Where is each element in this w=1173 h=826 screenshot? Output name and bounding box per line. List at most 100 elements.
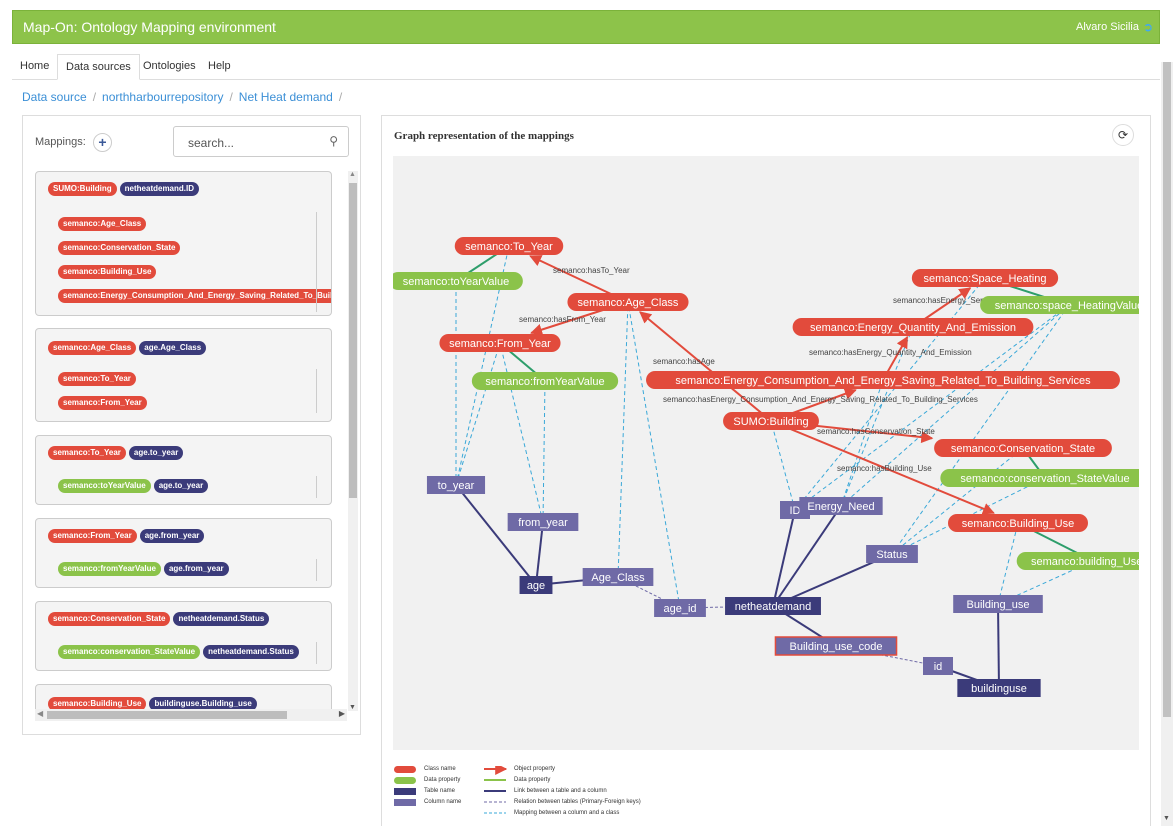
column-node[interactable]: from_year: [507, 513, 579, 531]
page-vertical-scrollbar[interactable]: ▼: [1161, 62, 1173, 826]
class-pill[interactable]: semanco:From_Year: [58, 396, 147, 410]
class-node[interactable]: semanco:Energy_Consumption_And_Energy_Sa…: [646, 371, 1120, 389]
node-label[interactable]: semanco:space_HeatingValue: [995, 300, 1139, 312]
node-label[interactable]: semanco:From_Year: [449, 338, 551, 350]
scroll-left-arrow-icon[interactable]: ◀: [37, 709, 43, 718]
breadcrumb-item[interactable]: Data source: [22, 90, 87, 104]
node-label[interactable]: Building_use_code: [790, 641, 883, 653]
node-label[interactable]: netheatdemand: [735, 601, 811, 613]
node-label[interactable]: SUMO:Building: [733, 416, 808, 428]
column-pill[interactable]: age.from_year: [163, 562, 229, 576]
scroll-thumb[interactable]: [349, 183, 357, 498]
table-pill[interactable]: age.from_year: [139, 529, 205, 543]
tab-home[interactable]: Home: [12, 54, 57, 80]
breadcrumb-item[interactable]: Net Heat demand: [239, 90, 333, 104]
column-node[interactable]: id: [923, 657, 953, 675]
node-label[interactable]: Status: [876, 549, 908, 561]
data-property-node[interactable]: semanco:fromYearValue: [471, 372, 619, 390]
node-label[interactable]: age: [527, 580, 545, 592]
node-label[interactable]: semanco:fromYearValue: [485, 376, 604, 388]
add-mapping-button[interactable]: +: [93, 133, 112, 152]
table-pill[interactable]: netheatdemand.ID: [119, 182, 199, 196]
column-node[interactable]: age_id: [654, 599, 706, 617]
node-label[interactable]: semanco:conservation_StateValue: [960, 473, 1129, 485]
class-node[interactable]: SUMO:Building: [723, 412, 819, 430]
class-pill[interactable]: semanco:From_Year: [48, 529, 137, 543]
class-pill[interactable]: semanco:Energy_Consumption_And_Energy_Sa…: [58, 289, 331, 303]
tab-ontologies[interactable]: Ontologies: [135, 54, 204, 80]
node-label[interactable]: semanco:To_Year: [465, 241, 553, 253]
node-label[interactable]: from_year: [518, 517, 568, 529]
mapping-card[interactable]: semanco:To_Year age.to_year semanco:toYea…: [35, 435, 332, 505]
user-name[interactable]: Alvaro Sicilia: [1076, 21, 1139, 33]
data-property-node[interactable]: semanco:space_HeatingValue: [980, 296, 1139, 314]
scroll-up-arrow-icon[interactable]: ▲: [349, 171, 356, 178]
column-node[interactable]: Building_use: [953, 595, 1043, 613]
data-property-pill[interactable]: semanco:conservation_StateValue: [58, 645, 201, 659]
table-pill[interactable]: age.Age_Class: [139, 341, 207, 355]
class-pill[interactable]: semanco:Age_Class: [48, 341, 137, 355]
mapping-card[interactable]: semanco:From_Year age.from_year semanco:f…: [35, 518, 332, 588]
node-label[interactable]: semanco:Building_Use: [962, 518, 1075, 530]
search-input[interactable]: [186, 135, 316, 151]
class-pill[interactable]: semanco:Conservation_State: [48, 612, 171, 626]
node-label[interactable]: ID: [790, 505, 801, 517]
table-pill[interactable]: netheatdemand.Status: [173, 612, 270, 626]
node-label[interactable]: Building_use: [967, 599, 1030, 611]
data-property-pill[interactable]: semanco:fromYearValue: [58, 562, 161, 576]
class-node[interactable]: semanco:Building_Use: [948, 514, 1088, 532]
node-label[interactable]: Energy_Need: [807, 501, 874, 513]
node-label[interactable]: semanco:building_UseVa: [1031, 556, 1139, 568]
data-property-node[interactable]: semanco:conservation_StateValue: [940, 469, 1139, 487]
scroll-down-arrow-icon[interactable]: ▼: [349, 704, 356, 711]
search-icon[interactable]: ⚲: [329, 134, 338, 148]
column-pill[interactable]: age.to_year: [153, 479, 209, 493]
mapping-card[interactable]: semanco:Building_Use buildinguse.Building…: [35, 684, 332, 711]
node-label[interactable]: Age_Class: [591, 572, 645, 584]
node-label[interactable]: buildinguse: [971, 683, 1027, 695]
class-pill[interactable]: semanco:Building_Use: [58, 265, 157, 279]
data-property-pill[interactable]: semanco:toYearValue: [58, 479, 151, 493]
refresh-icon[interactable]: ⟳: [1112, 124, 1134, 146]
logout-icon[interactable]: ➲: [1143, 20, 1153, 34]
column-node[interactable]: Building_use_code: [774, 636, 898, 656]
breadcrumb-item[interactable]: northharbourrepository: [102, 90, 223, 104]
mapping-list-horizontal-scrollbar[interactable]: ◀ ▶: [35, 709, 347, 721]
graph-canvas[interactable]: semanco:hasTo_Year semanco:hasFrom_Year se…: [393, 156, 1139, 750]
column-node[interactable]: Age_Class: [582, 568, 654, 586]
node-label[interactable]: to_year: [438, 480, 475, 492]
column-node[interactable]: to_year: [426, 476, 486, 494]
class-node[interactable]: semanco:Energy_Quantity_And_Emission: [792, 318, 1034, 336]
class-node[interactable]: semanco:Space_Heating: [911, 269, 1059, 287]
data-property-node[interactable]: semanco:toYearValue: [393, 272, 523, 290]
class-pill[interactable]: semanco:Age_Class: [58, 217, 147, 231]
node-label[interactable]: semanco:Space_Heating: [924, 273, 1047, 285]
tab-data-sources[interactable]: Data sources: [57, 54, 140, 80]
class-node[interactable]: semanco:Age_Class: [567, 293, 689, 311]
class-node[interactable]: semanco:From_Year: [439, 334, 561, 352]
search-field[interactable]: ⚲: [173, 126, 349, 157]
tab-help[interactable]: Help: [200, 54, 239, 80]
graph-svg[interactable]: semanco:hasTo_Yearsemanco:hasFrom_Yearse…: [393, 156, 1139, 750]
class-pill[interactable]: semanco:To_Year: [58, 372, 136, 386]
table-pill[interactable]: age.to_year: [128, 446, 184, 460]
column-node[interactable]: Energy_Need: [799, 497, 883, 515]
class-node[interactable]: semanco:Conservation_State: [934, 439, 1112, 457]
data-property-node[interactable]: semanco:building_UseVa: [1016, 552, 1139, 570]
class-node[interactable]: semanco:To_Year: [454, 237, 564, 255]
scroll-thumb[interactable]: [47, 711, 287, 719]
node-label[interactable]: semanco:toYearValue: [403, 276, 509, 288]
node-label[interactable]: age_id: [663, 603, 696, 615]
class-pill[interactable]: semanco:To_Year: [48, 446, 126, 460]
mapping-list-vertical-scrollbar[interactable]: ▲ ▼: [348, 171, 358, 711]
node-label[interactable]: semanco:Energy_Quantity_And_Emission: [810, 322, 1016, 334]
column-pill[interactable]: netheatdemand.Status: [203, 645, 299, 659]
mapping-card[interactable]: SUMO:Building netheatdemand.ID semanco:Ag…: [35, 171, 332, 316]
node-label[interactable]: semanco:Conservation_State: [951, 443, 1095, 455]
column-node[interactable]: Status: [866, 545, 918, 563]
scroll-right-arrow-icon[interactable]: ▶: [339, 709, 345, 718]
scroll-down-arrow-icon[interactable]: ▼: [1163, 815, 1170, 822]
class-pill[interactable]: semanco:Conservation_State: [58, 241, 181, 255]
node-label[interactable]: id: [934, 661, 943, 673]
node-label[interactable]: semanco:Age_Class: [578, 297, 679, 309]
